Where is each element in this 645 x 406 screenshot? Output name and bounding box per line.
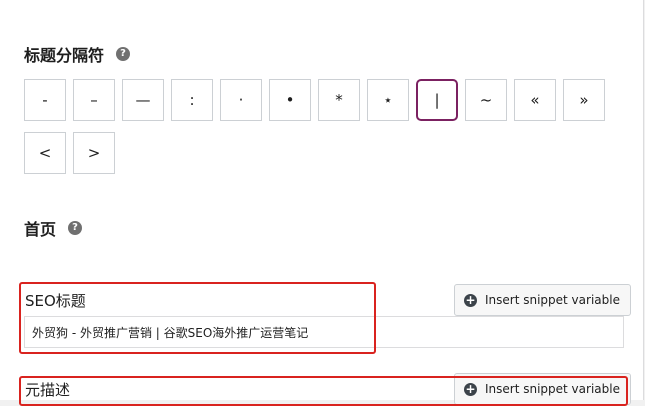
separator-option[interactable]: > [73, 132, 115, 174]
insert-snippet-variable-button[interactable]: + Insert snippet variable [454, 284, 631, 316]
separator-option[interactable]: < [24, 132, 66, 174]
separator-option-selected[interactable]: | [416, 79, 458, 121]
help-icon[interactable]: ? [68, 221, 83, 235]
separator-option[interactable]: » [563, 79, 605, 121]
separator-option[interactable]: « [514, 79, 556, 121]
seo-title-label: SEO标题 [25, 292, 86, 310]
separator-option[interactable]: - [24, 79, 66, 121]
separator-option[interactable]: ⋆ [367, 79, 409, 121]
homepage-section-title: 首页 ? [24, 216, 83, 240]
insert-snippet-label: Insert snippet variable [485, 382, 620, 396]
separator-title-text: 标题分隔符 [24, 46, 105, 65]
settings-panel: 标题分隔符 ? - – — : · • * ⋆ | ~ « » < > 首页 ?… [0, 0, 644, 406]
meta-description-label: 元描述 [25, 381, 71, 399]
separator-option[interactable]: • [269, 79, 311, 121]
homepage-title-text: 首页 [24, 220, 57, 239]
plus-circle-icon: + [464, 293, 477, 307]
separator-option[interactable]: – [73, 79, 115, 121]
separator-option[interactable]: * [318, 79, 360, 121]
plus-circle-icon: + [464, 382, 477, 396]
seo-title-input[interactable]: 外贸狗 - 外贸推广营销 | 谷歌SEO海外推广运营笔记 [24, 316, 624, 348]
separator-section-title: 标题分隔符 ? [24, 42, 131, 66]
separator-option[interactable]: ~ [465, 79, 507, 121]
separator-option[interactable]: — [122, 79, 164, 121]
insert-snippet-variable-button[interactable]: + Insert snippet variable [454, 373, 631, 405]
separator-option[interactable]: · [220, 79, 262, 121]
help-icon[interactable]: ? [116, 47, 131, 61]
separator-option[interactable]: : [171, 79, 213, 121]
insert-snippet-label: Insert snippet variable [485, 293, 620, 307]
